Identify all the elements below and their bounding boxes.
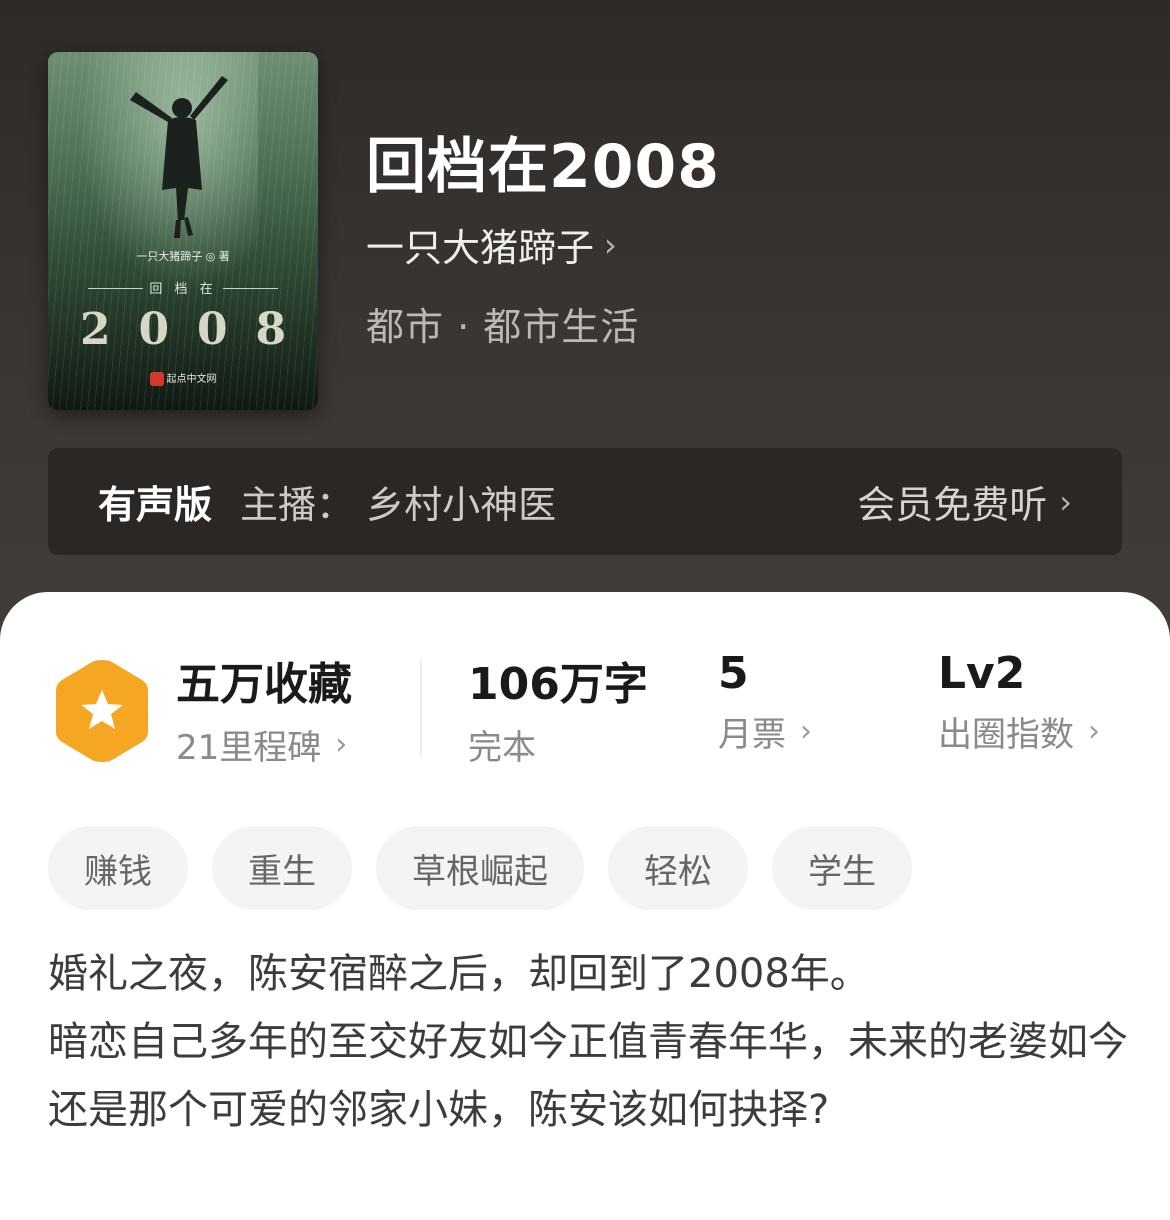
book-description[interactable]: 婚礼之夜，陈安宿醉之后，却回到了2008年。 暗恋自己多年的至交好友如今正值青春…	[48, 940, 1128, 1144]
description-paragraph: 婚礼之夜，陈安宿醉之后，却回到了2008年。	[48, 951, 870, 997]
member-free-listen-label: 会员免费听	[857, 483, 1048, 527]
member-free-listen-link[interactable]: 会员免费听 ›	[857, 474, 1072, 529]
milestone-label: 21里程碑	[176, 728, 322, 768]
chevron-right-icon: ›	[1088, 714, 1100, 749]
cover-year-digit: 8	[255, 304, 287, 355]
chevron-right-icon: ›	[335, 727, 348, 762]
completion-status: 完本	[468, 728, 536, 768]
cover-publisher-name: 起点中文网	[166, 374, 217, 385]
cover-figure-illustration	[130, 76, 228, 238]
monthly-tickets-link[interactable]: 月票 ›	[718, 707, 812, 756]
tag-list: 赚钱 重生 草根崛起 轻松 学生	[48, 826, 912, 910]
audio-version-bar[interactable]: 有声版 主播： 乡村小神医 会员免费听 ›	[48, 448, 1122, 555]
star-hexagon-icon	[56, 660, 148, 762]
stat-popularity[interactable]: Lv2 出圈指数 ›	[938, 648, 1100, 756]
tag-chip[interactable]: 草根崛起	[376, 826, 584, 910]
milestone-link[interactable]: 21里程碑 ›	[176, 720, 352, 769]
collections-value: 五万收藏	[176, 659, 352, 710]
cover-author-text: 一只大猪蹄子 ◎ 著	[136, 250, 230, 263]
audio-version-label: 有声版	[98, 483, 213, 527]
chevron-right-icon: ›	[800, 714, 812, 749]
tag-chip[interactable]: 赚钱	[48, 826, 188, 910]
cover-year-digit: 2	[79, 304, 111, 355]
monthly-tickets-label: 月票	[718, 715, 786, 755]
chevron-right-icon: ›	[604, 225, 617, 264]
author-name: 一只大猪蹄子	[366, 226, 595, 270]
popularity-index-link[interactable]: 出圈指数 ›	[938, 707, 1100, 756]
author-link[interactable]: 一只大猪蹄子 ›	[366, 217, 617, 272]
cover-publisher: 起点中文网	[48, 370, 318, 386]
stat-word-count: 106万字 完本	[468, 648, 648, 769]
book-detail-panel: 五万收藏 21里程碑 › 106万字 完本 5 月票 › Lv2 出圈指数 ›	[0, 592, 1170, 1220]
book-cover[interactable]: 一只大猪蹄子 ◎ 著 回 档 在 2 0 0 8 起点中文网	[48, 52, 318, 410]
monthly-tickets-value: 5	[718, 648, 749, 699]
tag-chip[interactable]: 轻松	[608, 826, 748, 910]
stats-row: 五万收藏 21里程碑 › 106万字 完本 5 月票 › Lv2 出圈指数 ›	[0, 648, 1170, 778]
popularity-value: Lv2	[938, 648, 1026, 699]
publisher-logo-icon	[149, 372, 164, 386]
cover-rule-right	[223, 288, 278, 289]
stats-divider	[420, 658, 422, 758]
popularity-index-label: 出圈指数	[938, 715, 1074, 755]
cover-year-digit: 0	[196, 304, 228, 355]
stat-monthly-tickets[interactable]: 5 月票 ›	[718, 648, 812, 756]
tag-chip[interactable]: 学生	[772, 826, 912, 910]
book-genre: 都市 · 都市生活	[366, 305, 640, 349]
stat-collections[interactable]: 五万收藏 21里程碑 ›	[176, 648, 352, 769]
tag-chip[interactable]: 重生	[212, 826, 352, 910]
book-title: 回档在2008	[366, 132, 720, 202]
description-paragraph: 暗恋自己多年的至交好友如今正值青春年华，未来的老婆如今还是那个可爱的邻家小妹，陈…	[48, 1019, 1128, 1133]
audio-host: 主播： 乡村小神医	[240, 483, 557, 527]
cover-year: 2 0 0 8	[48, 304, 318, 355]
cover-year-digit: 0	[138, 304, 170, 355]
word-count-value: 106万字	[468, 659, 648, 710]
chevron-right-icon: ›	[1059, 482, 1072, 521]
